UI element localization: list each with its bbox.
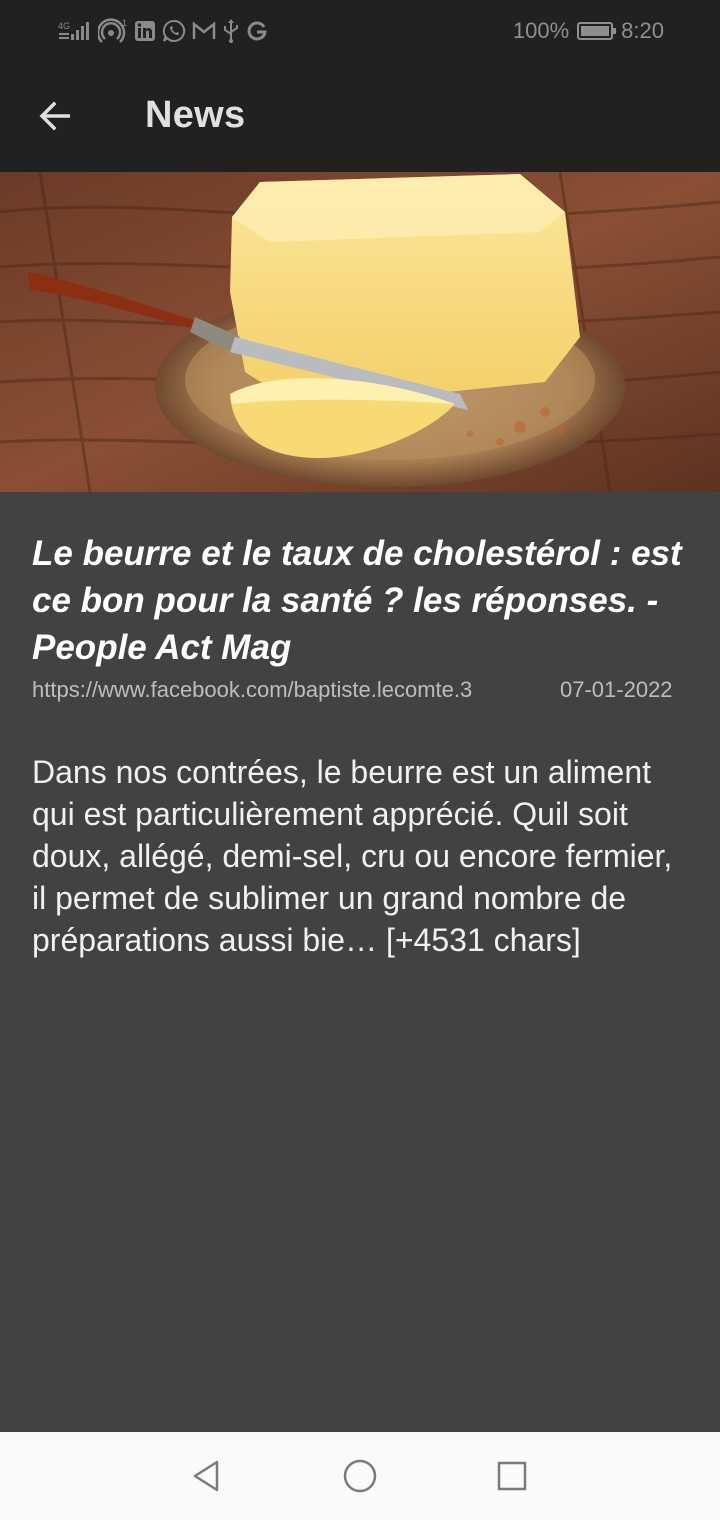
article-title: Le beurre et le taux de cholestérol : es… [32, 534, 682, 667]
screen: 4G 1 100% 8:20 News Le beurre et le taux… [0, 0, 720, 1520]
nav-recents-button[interactable] [492, 1456, 532, 1496]
battery-icon [577, 22, 617, 40]
gmail-icon [192, 21, 216, 41]
source-url[interactable]: https://www.facebook.com/baptiste.lecomt… [32, 677, 472, 703]
signal-icon: 4G [58, 19, 92, 43]
whatsapp-icon [162, 19, 186, 43]
nav-home-button[interactable] [340, 1456, 380, 1496]
usb-icon [222, 18, 240, 44]
status-bar: 4G 1 100% 8:20 [0, 0, 720, 60]
article: Le beurre et le taux de cholestérol : es… [32, 530, 692, 961]
nav-back-button[interactable] [186, 1456, 226, 1496]
butter-image [0, 172, 720, 492]
article-content: Dans nos contrées, le beurre est un alim… [32, 754, 673, 958]
battery-percent: 100% [512, 18, 570, 43]
system-nav-bar [0, 1432, 720, 1520]
arrow-left-icon [39, 101, 70, 131]
publish-date: 07-01-2022 [560, 677, 673, 702]
status-right: 100% 8:20 [513, 16, 664, 46]
hotspot-icon: 1 [98, 18, 128, 44]
network-label: 4G [58, 21, 70, 31]
back-button[interactable] [28, 88, 84, 144]
clock: 8:20 [621, 18, 664, 43]
sim-index: 1 [122, 18, 127, 28]
back-triangle-icon [193, 1460, 219, 1492]
app-bar: News [0, 60, 720, 172]
home-circle-icon [343, 1459, 377, 1493]
linkedin-icon [134, 20, 156, 42]
article-meta: https://www.facebook.com/baptiste.lecomt… [32, 677, 692, 707]
recents-square-icon [497, 1461, 527, 1491]
article-image [0, 172, 720, 492]
google-icon [246, 20, 268, 42]
status-icons: 4G 1 [58, 16, 268, 46]
page-title: News [145, 94, 246, 136]
